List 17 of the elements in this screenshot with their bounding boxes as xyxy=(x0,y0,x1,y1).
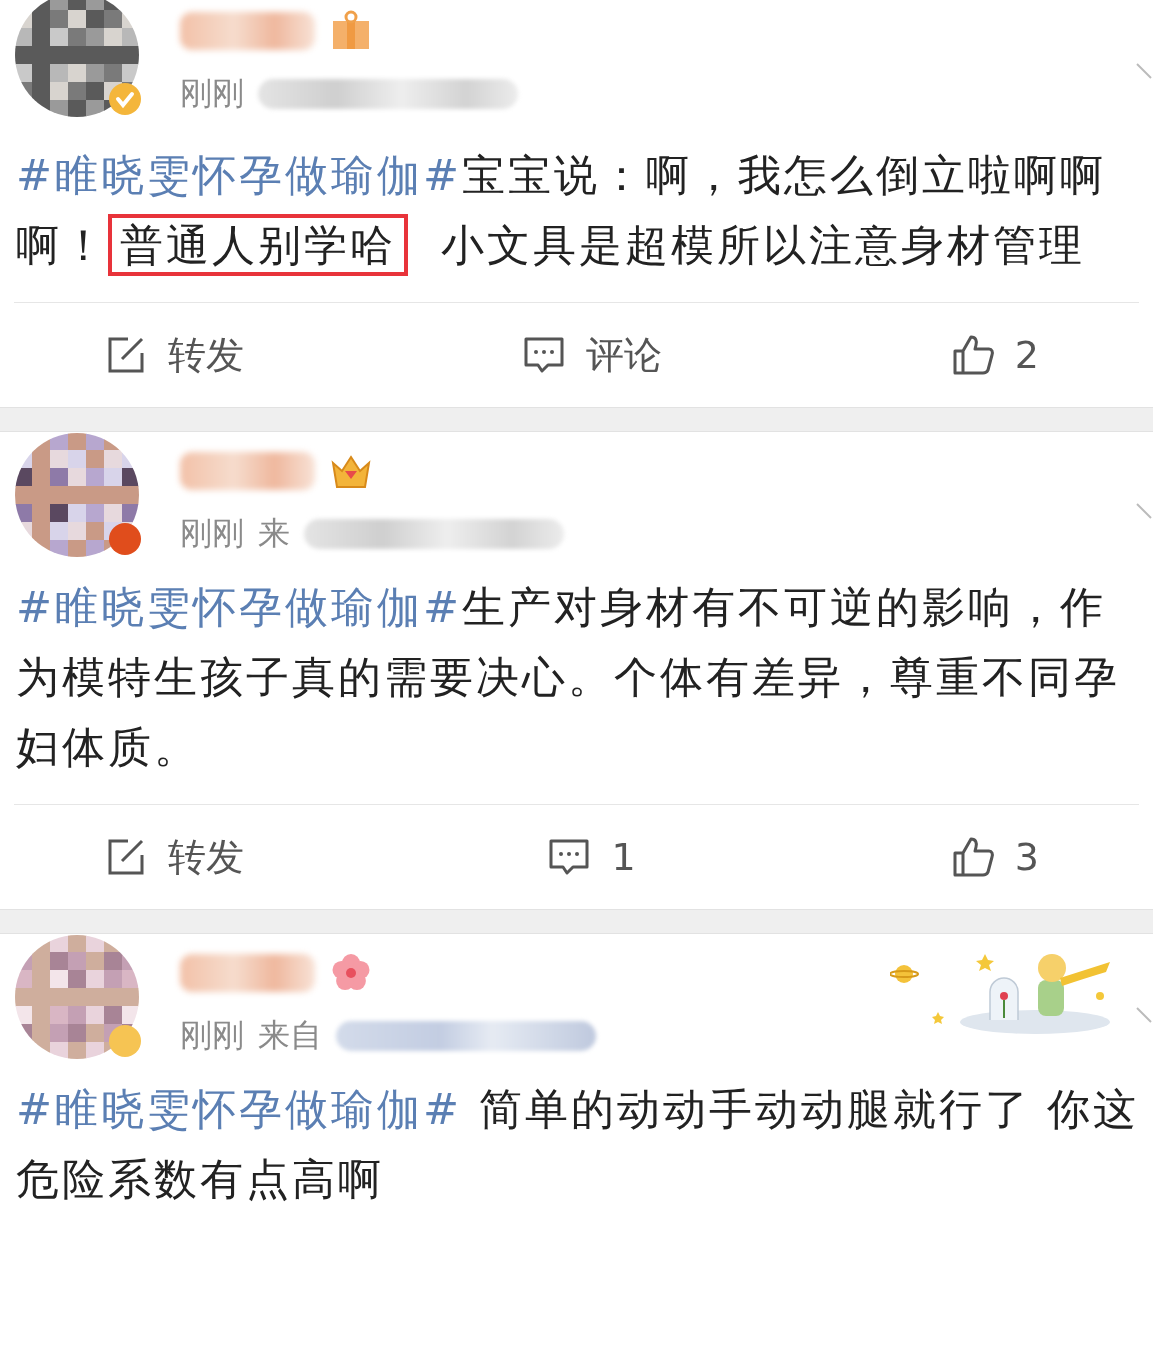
post-time: 刚刚 xyxy=(180,73,244,114)
post-time: 刚刚 xyxy=(180,513,244,554)
hashtag-link[interactable]: #睢晓雯怀孕做瑜伽# xyxy=(16,1084,463,1134)
like-button[interactable]: 3 xyxy=(950,835,1039,879)
post-source: 来 xyxy=(258,513,290,554)
repost-button[interactable]: 转发 xyxy=(104,329,244,381)
repost-button[interactable]: 转发 xyxy=(104,831,244,883)
post-source: 来自 xyxy=(258,1015,322,1056)
comment-button[interactable]: 1 xyxy=(547,835,636,879)
comment-button[interactable]: 评论 xyxy=(521,329,662,381)
hashtag-link[interactable]: #睢晓雯怀孕做瑜伽# xyxy=(16,582,463,632)
like-button[interactable]: 2 xyxy=(950,333,1039,377)
post-text: #睢晓雯怀孕做瑜伽# 简单的动动手动动腿就行了 你这危险系数有点高啊 xyxy=(16,1083,1141,1206)
post-time: 刚刚 xyxy=(180,1015,244,1056)
hashtag-link[interactable]: #睢晓雯怀孕做瑜伽# xyxy=(16,150,463,200)
post-text: #睢晓雯怀孕做瑜伽#生产对身材有不可逆的影响，作为模特生孩子真的需要决心。个体有差异，尊重不同孕妇体质。 xyxy=(16,581,1121,774)
post-text: #睢晓雯怀孕做瑜伽#宝宝说：啊，我怎么倒立啦啊啊啊！ 普通人别学哈 小文具是超模所以注意身材管理 xyxy=(16,140,1143,280)
